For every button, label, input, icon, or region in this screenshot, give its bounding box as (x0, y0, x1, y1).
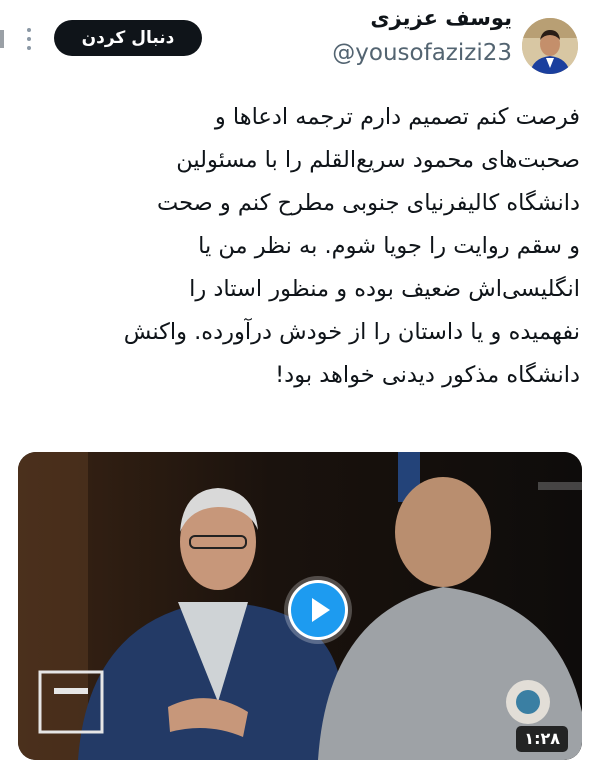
tweet-line: فرصت کنم تصمیم دارم ترجمه ادعاها و (214, 104, 580, 130)
tweet-text: فرصت کنم تصمیم دارم ترجمه ادعاها و صحبت‌… (22, 96, 580, 397)
more-options-icon[interactable] (22, 28, 36, 50)
avatar[interactable] (522, 18, 578, 74)
user-handle[interactable]: @yousofazizi23 (332, 40, 512, 66)
play-button[interactable] (288, 580, 348, 640)
tweet-line: دانشگاه مذکور دیدنی خواهد بود! (275, 362, 580, 388)
tweet-line: دانشگاه کالیفرنیای جنوبی مطرح کنم و صحت (157, 190, 580, 216)
video-player[interactable]: ۱:۲۸ (18, 452, 582, 760)
video-duration: ۱:۲۸ (516, 726, 568, 752)
display-name[interactable]: یوسف عزیزی (370, 6, 512, 30)
tweet-line: صحبت‌های محمود سریع‌القلم را با مسئولین (176, 147, 580, 173)
edge-indicator (0, 30, 4, 48)
follow-button[interactable]: دنبال کردن (54, 20, 202, 56)
tweet-line: انگلیسی‌اش ضعیف بوده و منظور استاد را (189, 276, 580, 302)
tweet-line: نفهمیده و یا داستان را از خودش درآورده. … (123, 319, 580, 345)
tweet-line: و سقم روایت را جویا شوم. به نظر من یا (198, 233, 580, 259)
play-icon (291, 583, 345, 637)
